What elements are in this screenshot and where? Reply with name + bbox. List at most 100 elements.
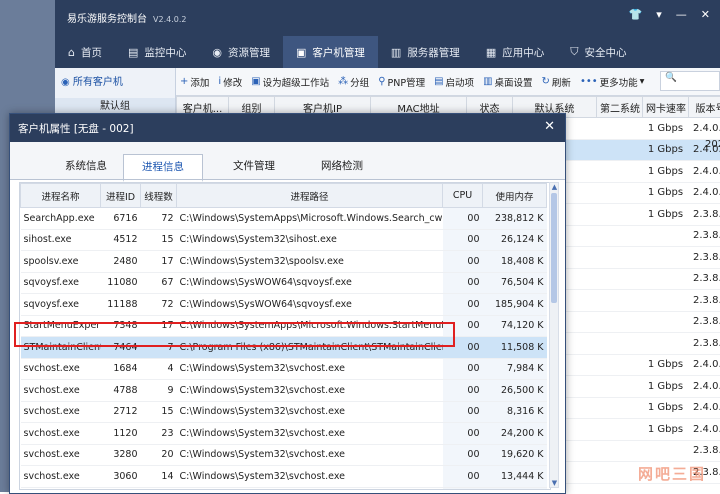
memory-cell: 18,408 K	[483, 251, 547, 273]
process-id-cell: 2480	[101, 251, 141, 273]
tab-0[interactable]: 系统信息	[48, 154, 124, 179]
process-row[interactable]: svchost.exe328020C:\Windows\System32\svc…	[21, 444, 547, 466]
cpu-cell: 00	[443, 272, 483, 294]
process-id-cell: 7348	[101, 315, 141, 337]
sidebar-all-clients[interactable]: ◉ 所有客户机	[55, 68, 175, 98]
process-path-cell: C:\Windows\System32\svchost.exe	[177, 358, 443, 380]
process-row[interactable]: spoolsv.exe248017C:\Windows\System32\spo…	[21, 251, 547, 273]
process-row[interactable]: svchost.exe16844C:\Windows\System32\svch…	[21, 358, 547, 380]
memory-cell: 7,984 K	[483, 358, 547, 380]
process-column-header[interactable]: 使用内存	[483, 184, 547, 208]
dialog-close-icon[interactable]: ✕	[544, 119, 555, 134]
nav-item-1[interactable]: ▤监控中心	[115, 36, 199, 68]
process-path-cell: C:\Windows\SysWOW64\sqvoysf.exe	[177, 272, 443, 294]
process-name-cell: sihost.exe	[21, 229, 101, 251]
nav-item-4[interactable]: ▥服务器管理	[378, 36, 473, 68]
process-row[interactable]: STMaintainClient...74647C:\Program Files…	[21, 337, 547, 359]
toolbar-button-4[interactable]: ⚲PNP管理	[378, 75, 425, 89]
cpu-cell: 00	[443, 251, 483, 273]
nav-icon: ⛉	[570, 45, 578, 59]
process-row[interactable]: sihost.exe451215C:\Windows\System32\siho…	[21, 229, 547, 251]
nic-speed-cell: 1 Gbps	[643, 118, 689, 140]
dialog-title-bar: 客户机属性 [无盘 - 002] ✕	[10, 114, 565, 142]
table-cell	[597, 397, 643, 419]
process-id-cell: 7464	[101, 337, 141, 359]
toolbar-label: 添加	[190, 75, 209, 89]
process-path-cell: C:\Program Files (x86)\STMaintainClient\…	[177, 337, 443, 359]
scroll-down-icon[interactable]: ▼	[551, 479, 558, 487]
minimize-icon[interactable]: —	[676, 8, 687, 21]
menu-dropdown-icon[interactable]: ▾	[656, 8, 662, 21]
toolbar-label: 桌面设置	[495, 75, 533, 89]
process-row[interactable]: svchost.exe306014C:\Windows\System32\svc…	[21, 466, 547, 488]
toolbar-button-8[interactable]: •••更多功能▾	[580, 75, 645, 89]
column-header[interactable]: 网卡速率	[643, 97, 689, 118]
toolbar-button-0[interactable]: +添加	[180, 75, 209, 89]
memory-cell: 76,504 K	[483, 272, 547, 294]
nic-speed-cell	[643, 247, 689, 269]
tab-1[interactable]: 进程信息	[123, 154, 203, 182]
process-id-cell: 6716	[101, 208, 141, 230]
process-scrollbar[interactable]: ▲ ▼	[549, 182, 559, 488]
memory-cell: 26,500 K	[483, 380, 547, 402]
toolbar-button-1[interactable]: i修改	[218, 75, 242, 89]
process-column-header[interactable]: 线程数	[141, 184, 177, 208]
column-header[interactable]: 版本号	[689, 97, 720, 118]
process-row[interactable]: StartMenuExperi...734817C:\Windows\Syste…	[21, 315, 547, 337]
column-header[interactable]: 第二系统	[597, 97, 643, 118]
process-row[interactable]: svchost.exe47889C:\Windows\System32\svch…	[21, 380, 547, 402]
process-id-cell: 3060	[101, 466, 141, 488]
scroll-thumb[interactable]	[551, 193, 557, 303]
watermark: 网吧三国	[638, 463, 706, 484]
nav-icon: ▤	[128, 46, 138, 59]
nav-item-5[interactable]: ▦应用中心	[473, 36, 557, 68]
nav-item-0[interactable]: ⌂首页	[55, 36, 115, 68]
toolbar-button-7[interactable]: ↻刷新	[542, 75, 571, 89]
process-id-cell: 1684	[101, 358, 141, 380]
process-row[interactable]: svchost.exe544811C:\Windows\System32\svc…	[21, 487, 547, 490]
cpu-cell: 00	[443, 294, 483, 316]
nic-speed-cell	[643, 333, 689, 355]
process-column-header[interactable]: CPU	[443, 184, 483, 208]
main-nav: ⌂首页▤监控中心◉资源管理▣客户机管理▥服务器管理▦应用中心⛉安全中心	[55, 36, 639, 68]
toolbar-button-2[interactable]: ▣设为超级工作站	[251, 75, 329, 89]
scroll-up-icon[interactable]: ▲	[551, 183, 558, 191]
version-cell: 2.3.8.1	[689, 333, 720, 355]
process-row[interactable]: svchost.exe112023C:\Windows\System32\svc…	[21, 423, 547, 445]
nic-speed-cell: 1 Gbps	[643, 354, 689, 376]
process-row[interactable]: sqvoysf.exe1108067C:\Windows\SysWOW64\sq…	[21, 272, 547, 294]
toolbar-button-3[interactable]: ⁂分组	[338, 75, 369, 89]
nic-speed-cell	[643, 440, 689, 462]
nav-item-6[interactable]: ⛉安全中心	[557, 36, 639, 68]
process-name-cell: svchost.exe	[21, 358, 101, 380]
process-name-cell: sqvoysf.exe	[21, 294, 101, 316]
toolbar-button-5[interactable]: ▤启动项	[434, 75, 474, 89]
chevron-down-icon: ▾	[640, 76, 645, 87]
process-path-cell: C:\Windows\System32\svchost.exe	[177, 466, 443, 488]
nic-speed-cell: 1 Gbps	[643, 376, 689, 398]
tab-3[interactable]: 网络检测	[300, 154, 384, 179]
dialog-title: 客户机属性 [无盘 - 002]	[18, 121, 134, 136]
process-column-header[interactable]: 进程ID	[101, 184, 141, 208]
nav-item-2[interactable]: ◉资源管理	[199, 36, 283, 68]
process-path-cell: C:\Windows\System32\svchost.exe	[177, 423, 443, 445]
process-row[interactable]: SearchApp.exe671672C:\Windows\SystemApps…	[21, 208, 547, 230]
shirt-icon[interactable]: 👕	[629, 8, 643, 21]
process-row[interactable]: svchost.exe271215C:\Windows\System32\svc…	[21, 401, 547, 423]
process-column-header[interactable]: 进程名称	[21, 184, 101, 208]
tab-2[interactable]: 文件管理	[220, 154, 288, 179]
toolbar: +添加 i修改 ▣设为超级工作站 ⁂分组 ⚲PNP管理 ▤启动项 ▥桌面设置 ↻刷新 •••更多…	[176, 68, 720, 96]
toolbar-button-6[interactable]: ▥桌面设置	[483, 75, 532, 89]
process-id-cell: 11188	[101, 294, 141, 316]
search-box[interactable]: 🔍	[660, 71, 720, 91]
close-icon[interactable]: ✕	[701, 8, 710, 21]
version-cell: 2.4.0.2	[689, 118, 720, 140]
memory-cell: 238,812 K	[483, 208, 547, 230]
process-row[interactable]: sqvoysf.exe1118872C:\Windows\SysWOW64\sq…	[21, 294, 547, 316]
process-column-header[interactable]: 进程路径	[177, 184, 443, 208]
toolbar-icon: ↻	[542, 76, 550, 87]
cpu-cell: 00	[443, 444, 483, 466]
version-cell: 2.3.8.1	[689, 311, 720, 333]
nav-item-3[interactable]: ▣客户机管理	[283, 36, 378, 68]
app-version: V2.4.0.2	[153, 15, 186, 24]
